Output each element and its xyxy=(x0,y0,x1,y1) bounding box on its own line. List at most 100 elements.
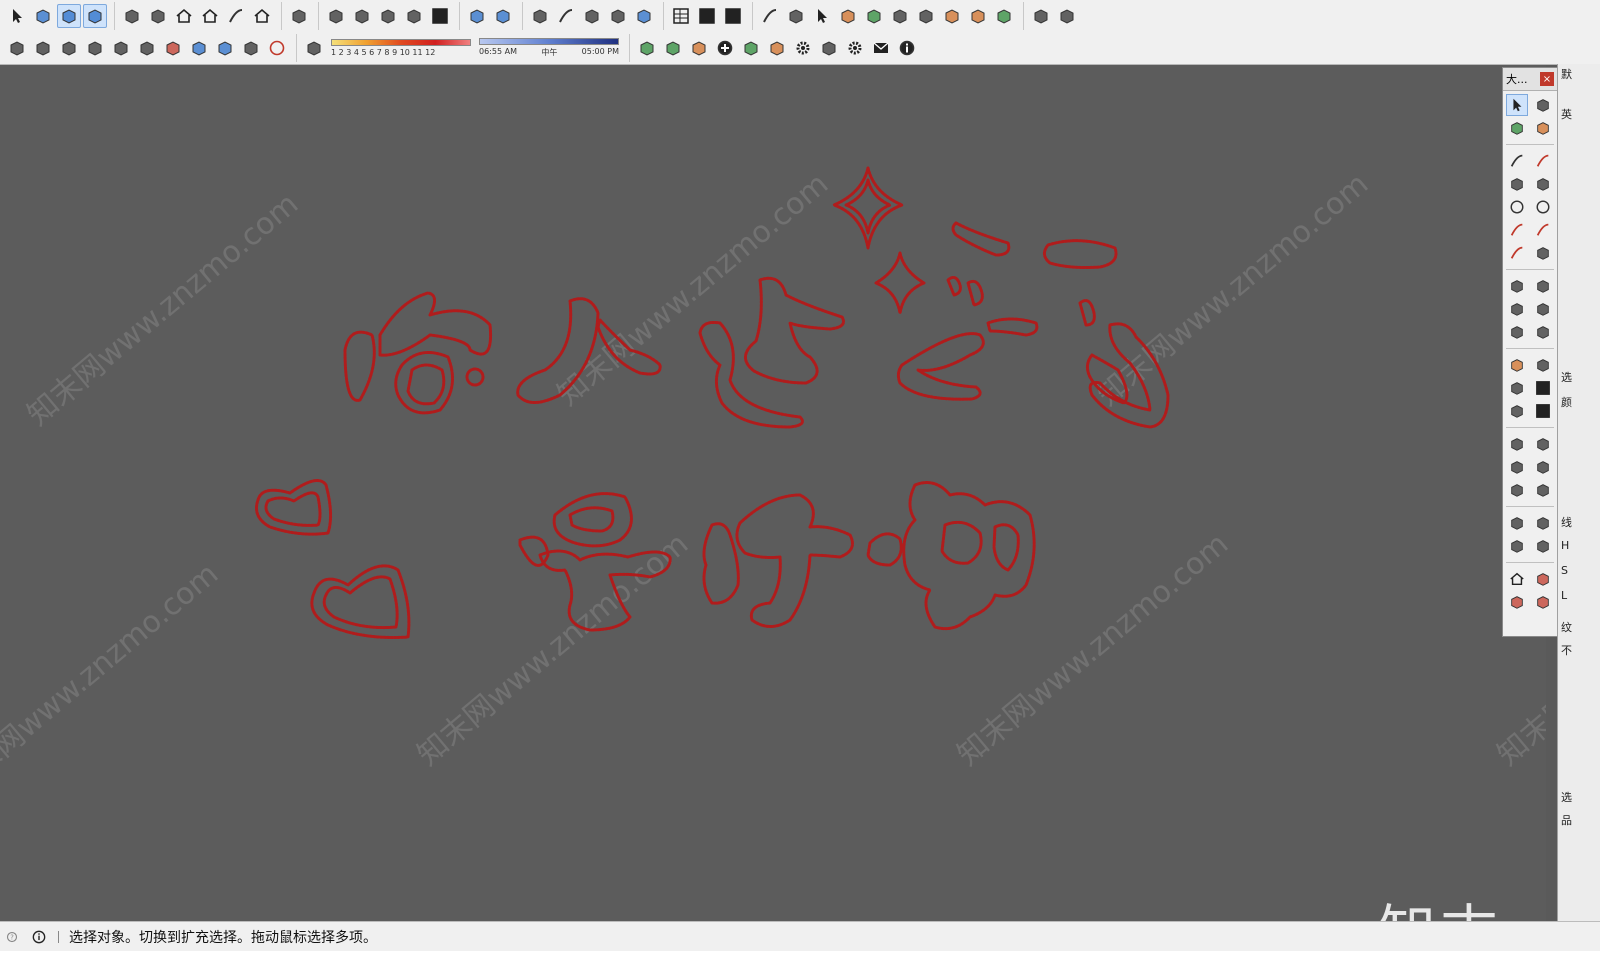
share-button[interactable] xyxy=(1506,591,1528,613)
shadow-time-slider[interactable]: 06:55 AM 中午 05:00 PM xyxy=(479,35,619,61)
axes-button[interactable] xyxy=(1506,400,1528,422)
new-file-button[interactable] xyxy=(5,36,29,60)
outline-drawing[interactable] xyxy=(0,65,1546,921)
geo-location-icon[interactable]: ? xyxy=(6,931,24,943)
tree-button[interactable] xyxy=(739,36,763,60)
info-icon[interactable] xyxy=(32,930,54,944)
tray-panel-label[interactable]: 线 xyxy=(1561,514,1572,530)
door-button[interactable] xyxy=(146,4,170,28)
table-button[interactable] xyxy=(669,4,693,28)
select-arrow-button[interactable] xyxy=(1506,94,1528,116)
arc-3pt-button[interactable] xyxy=(1506,242,1528,264)
tray-panel-label[interactable]: 默 xyxy=(1561,66,1572,82)
tray-panel-label[interactable]: 品 xyxy=(1561,812,1572,828)
iso-view-button[interactable] xyxy=(31,4,55,28)
arc-2pt-button[interactable] xyxy=(1532,219,1554,241)
rotated-rectangle-button[interactable] xyxy=(1532,173,1554,195)
eraser-button[interactable] xyxy=(1532,117,1554,139)
arc-button[interactable] xyxy=(1506,219,1528,241)
small-box-button[interactable] xyxy=(1029,4,1053,28)
mail-button[interactable] xyxy=(869,36,893,60)
tray-panel-label[interactable]: H xyxy=(1561,539,1569,552)
pan-button[interactable] xyxy=(1532,433,1554,455)
pencil-line-button[interactable] xyxy=(758,4,782,28)
offset-button[interactable] xyxy=(1532,321,1554,343)
box-outline-button[interactable] xyxy=(554,4,578,28)
text-button[interactable] xyxy=(695,4,719,28)
redo-button[interactable] xyxy=(213,36,237,60)
info-button[interactable] xyxy=(895,36,919,60)
copy-button[interactable] xyxy=(109,36,133,60)
face-style-button[interactable] xyxy=(465,4,489,28)
dimension-button[interactable] xyxy=(1532,354,1554,376)
cut-button[interactable] xyxy=(83,36,107,60)
ruby-button[interactable] xyxy=(1532,591,1554,613)
orbit-button[interactable] xyxy=(1506,433,1528,455)
circle-button[interactable] xyxy=(1506,196,1528,218)
move-button[interactable] xyxy=(1506,275,1528,297)
style-wire-button[interactable] xyxy=(350,4,374,28)
extension-button[interactable] xyxy=(1532,568,1554,590)
default-tray[interactable]: 默英选颜线HSL纹不选品 xyxy=(1557,64,1600,921)
checker-button[interactable] xyxy=(791,36,815,60)
dimension-button[interactable] xyxy=(784,4,808,28)
palette-title-bar[interactable]: 大... × xyxy=(1503,68,1557,91)
box-mono-button[interactable] xyxy=(606,4,630,28)
dark-cube-button[interactable] xyxy=(287,4,311,28)
style-xray-button[interactable] xyxy=(324,4,348,28)
text-label-button[interactable] xyxy=(1532,377,1554,399)
home-button[interactable] xyxy=(172,4,196,28)
polygon-button[interactable] xyxy=(1532,196,1554,218)
save-button[interactable] xyxy=(57,36,81,60)
walk-button[interactable] xyxy=(1506,535,1528,557)
scissors-button[interactable] xyxy=(966,4,990,28)
section-plane-button[interactable] xyxy=(1532,535,1554,557)
view-button[interactable] xyxy=(83,4,107,28)
layer-button[interactable] xyxy=(687,36,711,60)
rotate-button[interactable] xyxy=(1506,298,1528,320)
terrain-button[interactable] xyxy=(765,36,789,60)
style-shaded-button[interactable] xyxy=(402,4,426,28)
style-textured-button[interactable] xyxy=(428,4,452,28)
zoom-window-button[interactable] xyxy=(1532,456,1554,478)
paint-bucket-button[interactable] xyxy=(1506,117,1528,139)
tray-panel-label[interactable]: 纹 xyxy=(1561,619,1572,635)
refresh-button[interactable] xyxy=(635,36,659,60)
warehouse-button[interactable] xyxy=(1506,568,1528,590)
cloud-button[interactable] xyxy=(817,36,841,60)
house-front-button[interactable] xyxy=(198,4,222,28)
protractor-button[interactable] xyxy=(1506,377,1528,399)
zoom-previous-button[interactable] xyxy=(1532,479,1554,501)
pie-button[interactable] xyxy=(1532,242,1554,264)
modeling-viewport[interactable]: 知末网www.znzmo.com 知末网www.znzmo.com 知末网www… xyxy=(0,65,1546,921)
tray-panel-label[interactable]: 不 xyxy=(1561,642,1572,658)
position-camera-button[interactable] xyxy=(1506,512,1528,534)
freehand-button[interactable] xyxy=(1532,150,1554,172)
make-component-button[interactable] xyxy=(1532,94,1554,116)
house-outline-button[interactable] xyxy=(224,4,248,28)
tape-button[interactable] xyxy=(940,4,964,28)
scale-button[interactable] xyxy=(1506,321,1528,343)
push-pull-button[interactable] xyxy=(1532,275,1554,297)
tray-panel-label[interactable]: L xyxy=(1561,589,1567,602)
rotate-arrow-button[interactable] xyxy=(810,4,834,28)
shadow-date-slider[interactable]: 1 2 3 4 5 6 7 8 9 10 11 12 xyxy=(331,35,471,61)
settings-button[interactable] xyxy=(843,36,867,60)
pencil-line-button[interactable] xyxy=(1506,150,1528,172)
undo-button[interactable] xyxy=(187,36,211,60)
delete-button[interactable] xyxy=(161,36,185,60)
paste-button[interactable] xyxy=(135,36,159,60)
look-around-button[interactable] xyxy=(1532,512,1554,534)
select-arrow-button[interactable] xyxy=(5,4,29,28)
close-icon[interactable]: × xyxy=(1540,72,1554,86)
tape-measure-button[interactable] xyxy=(1506,354,1528,376)
tray-panel-label[interactable]: 英 xyxy=(1561,106,1572,122)
tray-panel-label[interactable]: 选 xyxy=(1561,789,1572,805)
zoom-button[interactable] xyxy=(1506,456,1528,478)
tray-panel-label[interactable]: 颜 xyxy=(1561,394,1572,410)
open-folder-button[interactable] xyxy=(31,36,55,60)
tray-panel-label[interactable]: 选 xyxy=(1561,369,1572,385)
add-circle-button[interactable] xyxy=(713,36,737,60)
model-info-button[interactable] xyxy=(265,36,289,60)
eraser-button[interactable] xyxy=(836,4,860,28)
